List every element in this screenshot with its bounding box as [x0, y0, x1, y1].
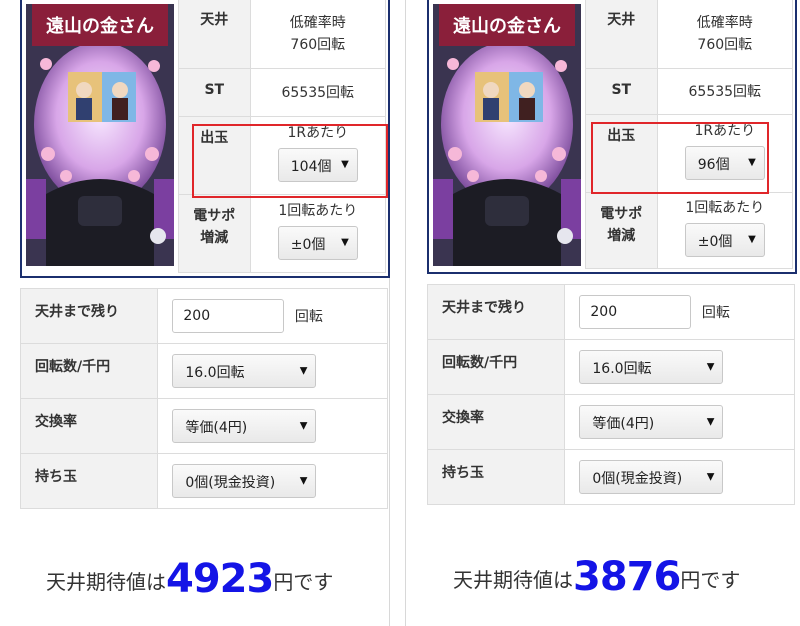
- st-value: 65535回転: [249, 68, 387, 117]
- remaining-input[interactable]: [579, 295, 692, 329]
- machine-spec-box: 遠山の金さん 天井 低確率時 760回転 ST 65535回転 出玉 1Rあたり: [427, 0, 797, 274]
- balls-select-value: 0個(現金投資): [185, 475, 276, 491]
- densapo-label-line1: 電サポ: [600, 206, 643, 222]
- rate-select[interactable]: 等価(4円) ▼: [579, 405, 724, 439]
- densapo-caption: 1回転あたり: [685, 200, 765, 216]
- densapo-label: 電サポ 増減: [585, 192, 658, 269]
- balls-select[interactable]: 0個(現金投資) ▼: [172, 464, 317, 498]
- payout-caption: 1Rあたり: [287, 125, 349, 141]
- densapo-label: 電サポ 増減: [178, 194, 251, 273]
- ceiling-value-line2: 760回転: [697, 36, 753, 53]
- densapo-select-value: ±0個: [697, 234, 733, 250]
- payout-label: 出玉: [178, 116, 251, 195]
- payout-cell: 1Rあたり 104個 ▼: [249, 116, 387, 195]
- ceiling-value-line1: 低確率時: [696, 14, 753, 31]
- ceiling-value: 低確率時 760回転: [656, 0, 794, 69]
- payout-select[interactable]: 104個 ▼: [277, 148, 358, 182]
- rate-select[interactable]: 等価(4円) ▼: [172, 409, 317, 443]
- triangle-down-icon: ▼: [299, 365, 308, 377]
- ceiling-value-line2: 760回転: [290, 36, 346, 53]
- densapo-cell: 1回転あたり ±0個 ▼: [249, 194, 387, 273]
- pachinko-machine-image: 遠山の金さん: [26, 4, 174, 266]
- spec-table: 天井 低確率時 760回転 ST 65535回転 出玉 1Rあたり 104個 ▼: [178, 0, 387, 273]
- panel-left: 遠山の金さん 天井 低確率時 760回転 ST 65535回転 出玉 1Rあたり: [19, 0, 390, 626]
- balls-cell: 0個(現金投資) ▼: [564, 449, 795, 505]
- ceiling-expected-value: 天井期待値は3876円です: [453, 554, 740, 600]
- payout-select[interactable]: 96個 ▼: [684, 146, 765, 180]
- ceiling-value: 低確率時 760回転: [249, 0, 387, 69]
- remaining-cell: 回転: [564, 284, 795, 340]
- result-suffix: 円です: [680, 568, 741, 592]
- result-prefix: 天井期待値は: [46, 570, 166, 594]
- triangle-down-icon: ▼: [706, 471, 715, 483]
- calc-table: 天井まで残り 回転 回転数/千円 16.0回転 ▼ 交換率 等価(4円) ▼: [426, 284, 795, 505]
- balls-select[interactable]: 0個(現金投資) ▼: [579, 460, 724, 494]
- balls-select-value: 0個(現金投資): [592, 471, 683, 487]
- densapo-select-value: ±0個: [290, 237, 326, 253]
- rate-label: 交換率: [426, 394, 566, 450]
- balls-label: 持ち玉: [426, 449, 566, 505]
- spins-select-value: 16.0回転: [185, 365, 245, 381]
- spins-select-value: 16.0回転: [592, 361, 652, 377]
- remaining-unit: 回転: [701, 305, 730, 321]
- spins-label: 回転数/千円: [426, 339, 566, 395]
- pachinko-machine-image: 遠山の金さん: [433, 4, 581, 266]
- densapo-select[interactable]: ±0個 ▼: [277, 226, 358, 260]
- payout-select-value: 104個: [290, 159, 332, 175]
- rate-select-value: 等価(4円): [592, 416, 655, 432]
- rate-cell: 等価(4円) ▼: [564, 394, 795, 450]
- spins-cell: 16.0回転 ▼: [157, 343, 388, 399]
- remaining-cell: 回転: [157, 288, 388, 344]
- triangle-down-icon: ▼: [341, 159, 349, 170]
- st-value: 65535回転: [656, 68, 794, 115]
- remaining-label: 天井まで残り: [426, 284, 566, 340]
- densapo-cell: 1回転あたり ±0個 ▼: [656, 192, 794, 269]
- spins-select[interactable]: 16.0回転 ▼: [172, 354, 317, 388]
- remaining-unit: 回転: [294, 309, 323, 325]
- spins-label: 回転数/千円: [19, 343, 159, 399]
- triangle-down-icon: ▼: [706, 361, 715, 373]
- triangle-down-icon: ▼: [748, 234, 756, 245]
- spins-select[interactable]: 16.0回転 ▼: [579, 350, 724, 384]
- rate-cell: 等価(4円) ▼: [157, 398, 388, 454]
- ceiling-expected-value: 天井期待値は4923円です: [46, 556, 333, 602]
- panel-right: 遠山の金さん 天井 低確率時 760回転 ST 65535回転 出玉 1Rあたり: [426, 0, 797, 626]
- payout-label: 出玉: [585, 114, 658, 193]
- result-suffix: 円です: [273, 570, 334, 594]
- machine-logo: 遠山の金さん: [46, 15, 154, 37]
- result-value: 3876: [573, 554, 681, 600]
- st-label: ST: [178, 68, 251, 117]
- densapo-select[interactable]: ±0個 ▼: [684, 223, 765, 257]
- balls-cell: 0個(現金投資) ▼: [157, 453, 388, 509]
- st-label: ST: [585, 68, 658, 115]
- triangle-down-icon: ▼: [341, 237, 349, 248]
- remaining-input[interactable]: [172, 299, 285, 333]
- spec-table: 天井 低確率時 760回転 ST 65535回転 出玉 1Rあたり 96個 ▼: [585, 0, 794, 269]
- machine-spec-box: 遠山の金さん 天井 低確率時 760回転 ST 65535回転 出玉 1Rあたり: [20, 0, 390, 278]
- column-divider-right: [405, 0, 406, 626]
- spins-cell: 16.0回転 ▼: [564, 339, 795, 395]
- result-value: 4923: [166, 556, 274, 602]
- rate-label: 交換率: [19, 398, 159, 454]
- balls-label: 持ち玉: [19, 453, 159, 509]
- result-prefix: 天井期待値は: [453, 568, 573, 592]
- payout-select-value: 96個: [697, 157, 730, 173]
- ceiling-label: 天井: [178, 0, 251, 69]
- payout-cell: 1Rあたり 96個 ▼: [656, 114, 794, 193]
- ceiling-value-line1: 低確率時: [289, 14, 346, 31]
- machine-logo: 遠山の金さん: [453, 15, 561, 37]
- densapo-label-line2: 増減: [200, 230, 229, 246]
- remaining-label: 天井まで残り: [19, 288, 159, 344]
- triangle-down-icon: ▼: [748, 157, 756, 168]
- ceiling-label: 天井: [585, 0, 658, 69]
- payout-caption: 1Rあたり: [694, 123, 756, 139]
- densapo-caption: 1回転あたり: [278, 203, 358, 219]
- calc-table: 天井まで残り 回転 回転数/千円 16.0回転 ▼ 交換率 等価(4円) ▼: [19, 288, 388, 509]
- densapo-label-line2: 増減: [607, 228, 636, 244]
- triangle-down-icon: ▼: [299, 420, 308, 432]
- triangle-down-icon: ▼: [706, 416, 715, 428]
- triangle-down-icon: ▼: [299, 475, 308, 487]
- rate-select-value: 等価(4円): [185, 420, 248, 436]
- densapo-label-line1: 電サポ: [193, 208, 236, 224]
